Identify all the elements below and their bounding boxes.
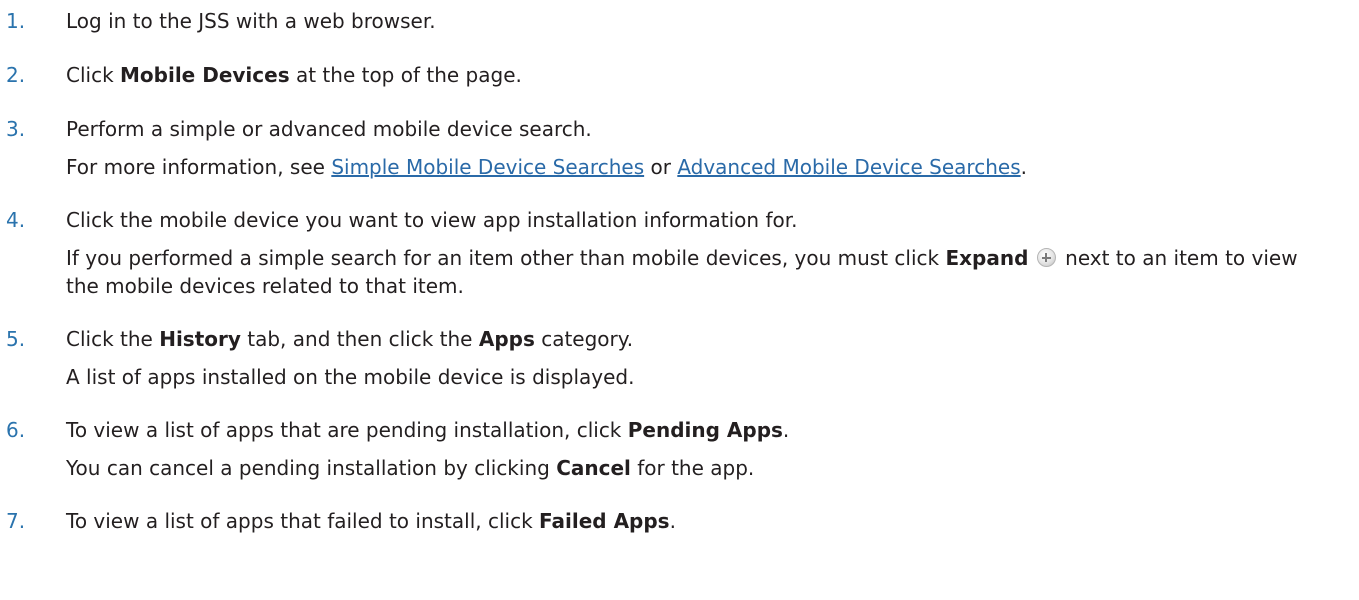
step-number: 7. xyxy=(6,509,26,533)
text-run: To view a list of apps that failed to in… xyxy=(66,509,540,533)
step-detail: A list of apps installed on the mobile d… xyxy=(66,365,635,389)
step-text: Log in to the JSS with a web browser. xyxy=(66,9,436,33)
step-text: Click the History tab, and then click th… xyxy=(66,325,633,353)
text-run: For more information, see xyxy=(66,155,332,179)
step-text: To view a list of apps that failed to in… xyxy=(66,507,676,535)
step-detail: If you performed a simple search for an … xyxy=(66,244,1336,300)
step-number: 6. xyxy=(6,418,26,442)
text-run: . xyxy=(1020,155,1027,179)
text-run: If you performed a simple search for an … xyxy=(66,246,946,270)
simple-mobile-device-searches-link[interactable]: Simple Mobile Device Searches xyxy=(331,155,644,179)
text-run: Click the xyxy=(66,327,160,351)
step-number: 5. xyxy=(6,327,26,351)
text-run: You can cancel a pending installation by… xyxy=(66,456,557,480)
text-run: . xyxy=(782,418,790,442)
text-run: or xyxy=(644,155,678,179)
step-text: Click the mobile device you want to view… xyxy=(66,208,798,232)
advanced-mobile-device-searches-link[interactable]: Advanced Mobile Device Searches xyxy=(677,155,1020,179)
text-run: To view a list of apps that are pending … xyxy=(66,418,628,442)
text-run: tab, and then click the xyxy=(240,327,479,351)
ui-term-expand: Expand xyxy=(945,246,1029,270)
step-number: 1. xyxy=(6,9,26,33)
step-text: To view a list of apps that are pending … xyxy=(66,416,789,444)
expand-plus-icon xyxy=(1036,248,1056,267)
text-run: Click xyxy=(66,63,121,87)
text-run: at the top of the page. xyxy=(289,63,522,87)
step-number: 4. xyxy=(6,208,26,232)
ui-term-failed-apps: Failed Apps xyxy=(539,509,670,533)
ui-term-cancel: Cancel xyxy=(556,456,631,480)
ui-term-pending-apps: Pending Apps xyxy=(627,418,783,442)
step-number: 3. xyxy=(6,117,26,141)
ui-term-mobile-devices: Mobile Devices xyxy=(120,63,290,87)
text-run: category. xyxy=(534,327,634,351)
text-run: . xyxy=(669,509,676,533)
step-text: Click Mobile Devices at the top of the p… xyxy=(66,61,522,89)
text-run: for the app. xyxy=(630,456,755,480)
step-text: Perform a simple or advanced mobile devi… xyxy=(66,117,592,141)
ui-term-history: History xyxy=(159,327,241,351)
step-detail: For more information, see Simple Mobile … xyxy=(66,153,1027,181)
step-detail: You can cancel a pending installation by… xyxy=(66,454,754,482)
step-number: 2. xyxy=(6,63,26,87)
ui-term-apps: Apps xyxy=(478,327,535,351)
